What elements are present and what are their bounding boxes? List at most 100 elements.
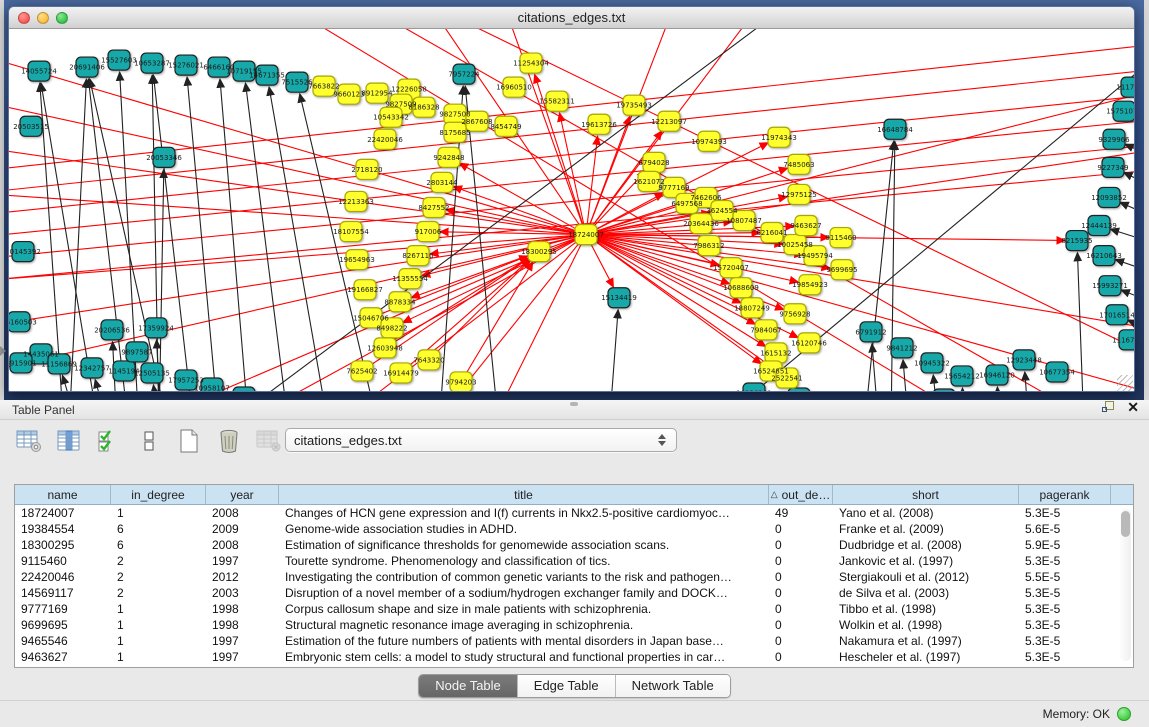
table-row[interactable]: 1830029562008Estimation of significance … [15, 537, 1133, 553]
table-cell[interactable]: 5.3E-5 [1019, 601, 1111, 617]
table-cell[interactable]: 0 [769, 521, 833, 537]
citation-edge-red[interactable] [9, 235, 586, 370]
close-panel-icon[interactable]: ✕ [1127, 401, 1139, 414]
citation-edge-black[interactable] [609, 311, 618, 392]
table-cell[interactable]: 22420046 [15, 569, 111, 585]
table-cell[interactable]: Corpus callosum shape and size in male p… [279, 601, 769, 617]
column-header-in_degree[interactable]: in_degree [111, 485, 206, 504]
table-mode-button[interactable] [14, 426, 44, 456]
citation-edge-black[interactable] [864, 142, 894, 392]
table-cell[interactable]: 0 [769, 617, 833, 633]
table-cell[interactable]: Embryonic stem cells: a model to study s… [279, 649, 769, 665]
column-header-pagerank[interactable]: pagerank [1019, 485, 1111, 504]
table-cell[interactable]: Jankovic et al. (1997) [833, 553, 1019, 569]
table-cell[interactable]: 1 [111, 617, 206, 633]
table-selector-dropdown[interactable]: citations_edges.txt [285, 428, 677, 452]
table-cell[interactable]: 5.3E-5 [1019, 505, 1111, 521]
table-row[interactable]: 1872400712008Changes of HCN gene express… [15, 505, 1133, 521]
network-node[interactable] [933, 389, 955, 392]
memory-status-indicator[interactable] [1117, 707, 1131, 721]
table-cell[interactable]: Estimation of the future numbers of pati… [279, 633, 769, 649]
table-cell[interactable]: 9777169 [15, 601, 111, 617]
citation-edge-black[interactable] [1122, 290, 1134, 304]
table-cell[interactable]: Estimation of significance thresholds fo… [279, 537, 769, 553]
row-height-button[interactable] [134, 426, 164, 456]
citation-edge-black[interactable] [903, 361, 909, 392]
column-header-title[interactable]: title [279, 485, 769, 504]
table-cell[interactable]: 5.9E-5 [1019, 537, 1111, 553]
citation-edge-black[interactable] [153, 76, 194, 392]
table-cell[interactable]: 14569117 [15, 585, 111, 601]
table-cell[interactable]: 2008 [206, 505, 279, 521]
citation-edge-black[interactable] [246, 84, 289, 392]
citation-edge-black[interactable] [962, 389, 964, 392]
table-cell[interactable]: 9115460 [15, 553, 111, 569]
table-cell[interactable]: 5.3E-5 [1019, 633, 1111, 649]
table-cell[interactable]: 0 [769, 601, 833, 617]
table-cell[interactable]: 2009 [206, 521, 279, 537]
citation-edge-red[interactable] [586, 235, 1134, 330]
table-cell[interactable]: de Silva et al. (2003) [833, 585, 1019, 601]
table-cell[interactable]: 18724007 [15, 505, 111, 521]
table-row[interactable]: 977716911998Corpus callosum shape and si… [15, 601, 1133, 617]
citation-edge-black[interactable] [1111, 229, 1134, 244]
table-cell[interactable]: 5.6E-5 [1019, 521, 1111, 537]
table-cell[interactable]: Dudbridge et al. (2008) [833, 537, 1019, 553]
table-cell[interactable]: 9463627 [15, 649, 111, 665]
table-cell[interactable]: Yano et al. (2008) [833, 505, 1019, 521]
citation-edge-red[interactable] [9, 235, 586, 280]
table-cell[interactable]: Nakamura et al. (1997) [833, 633, 1019, 649]
table-cell[interactable]: Genome-wide association studies in ADHD. [279, 521, 769, 537]
tab-edge-table[interactable]: Edge Table [518, 675, 616, 697]
table-cell[interactable]: 1997 [206, 633, 279, 649]
table-cell[interactable]: 1998 [206, 617, 279, 633]
table-row[interactable]: 1938455462009Genome-wide association stu… [15, 521, 1133, 537]
citation-edge-red[interactable] [9, 69, 1134, 191]
citation-edge-black[interactable] [1125, 173, 1134, 189]
citation-edge-black[interactable] [1025, 373, 1029, 392]
table-cell[interactable]: 18300295 [15, 537, 111, 553]
column-header-short[interactable]: short [833, 485, 1019, 504]
table-cell[interactable]: 1997 [206, 649, 279, 665]
network-canvas[interactable]: 1405572420691406155276031065328715276021… [9, 29, 1134, 392]
table-row[interactable]: 969969511998Structural magnetic resonanc… [15, 617, 1133, 633]
citation-edge-red[interactable] [429, 235, 586, 392]
table-row[interactable]: 946362711997Embryonic stem cells: a mode… [15, 649, 1133, 665]
citation-edge-black[interactable] [220, 80, 249, 392]
table-cell[interactable]: 1 [111, 601, 206, 617]
table-row[interactable]: 2242004622012Investigating the contribut… [15, 569, 1133, 585]
scrollbar-thumb[interactable] [1121, 511, 1130, 537]
citation-edge-black[interactable] [152, 76, 159, 392]
table-cell[interactable]: 1 [111, 649, 206, 665]
table-cell[interactable]: 19384554 [15, 521, 111, 537]
table-cell[interactable]: 2 [111, 585, 206, 601]
panel-splitter-handle[interactable] [570, 402, 578, 406]
table-cell[interactable]: 1997 [206, 553, 279, 569]
table-cell[interactable]: 2012 [206, 569, 279, 585]
new-column-button[interactable] [174, 426, 204, 456]
table-cell[interactable]: 0 [769, 585, 833, 601]
table-row[interactable]: 911546021997Tourette syndrome. Phenomeno… [15, 553, 1133, 569]
table-cell[interactable]: Investigating the contribution of common… [279, 569, 769, 585]
table-cell[interactable]: Franke et al. (2009) [833, 521, 1019, 537]
table-cell[interactable]: 0 [769, 633, 833, 649]
table-cell[interactable]: Tourette syndrome. Phenomenology and cla… [279, 553, 769, 569]
table-cell[interactable]: 5.3E-5 [1019, 585, 1111, 601]
table-cell[interactable]: Stergiakouli et al. (2012) [833, 569, 1019, 585]
table-cell[interactable]: Disruption of a novel member of a sodium… [279, 585, 769, 601]
column-header-year[interactable]: year [206, 485, 279, 504]
zoom-window-button[interactable] [56, 12, 68, 24]
table-cell[interactable]: 6 [111, 521, 206, 537]
table-cell[interactable]: 5.3E-5 [1019, 553, 1111, 569]
column-header-name[interactable]: name [15, 485, 111, 504]
citation-edge-black[interactable] [69, 80, 86, 392]
citation-edge-black[interactable] [95, 381, 109, 392]
citation-edge-black[interactable] [1116, 260, 1134, 275]
citation-edge-black[interactable] [997, 388, 999, 392]
table-cell[interactable]: 9465546 [15, 633, 111, 649]
table-cell[interactable]: 2003 [206, 585, 279, 601]
table-cell[interactable]: 2008 [206, 537, 279, 553]
table-row[interactable]: 946554611997Estimation of the future num… [15, 633, 1133, 649]
tab-node-table[interactable]: Node Table [419, 675, 518, 697]
table-cell[interactable]: 1 [111, 633, 206, 649]
